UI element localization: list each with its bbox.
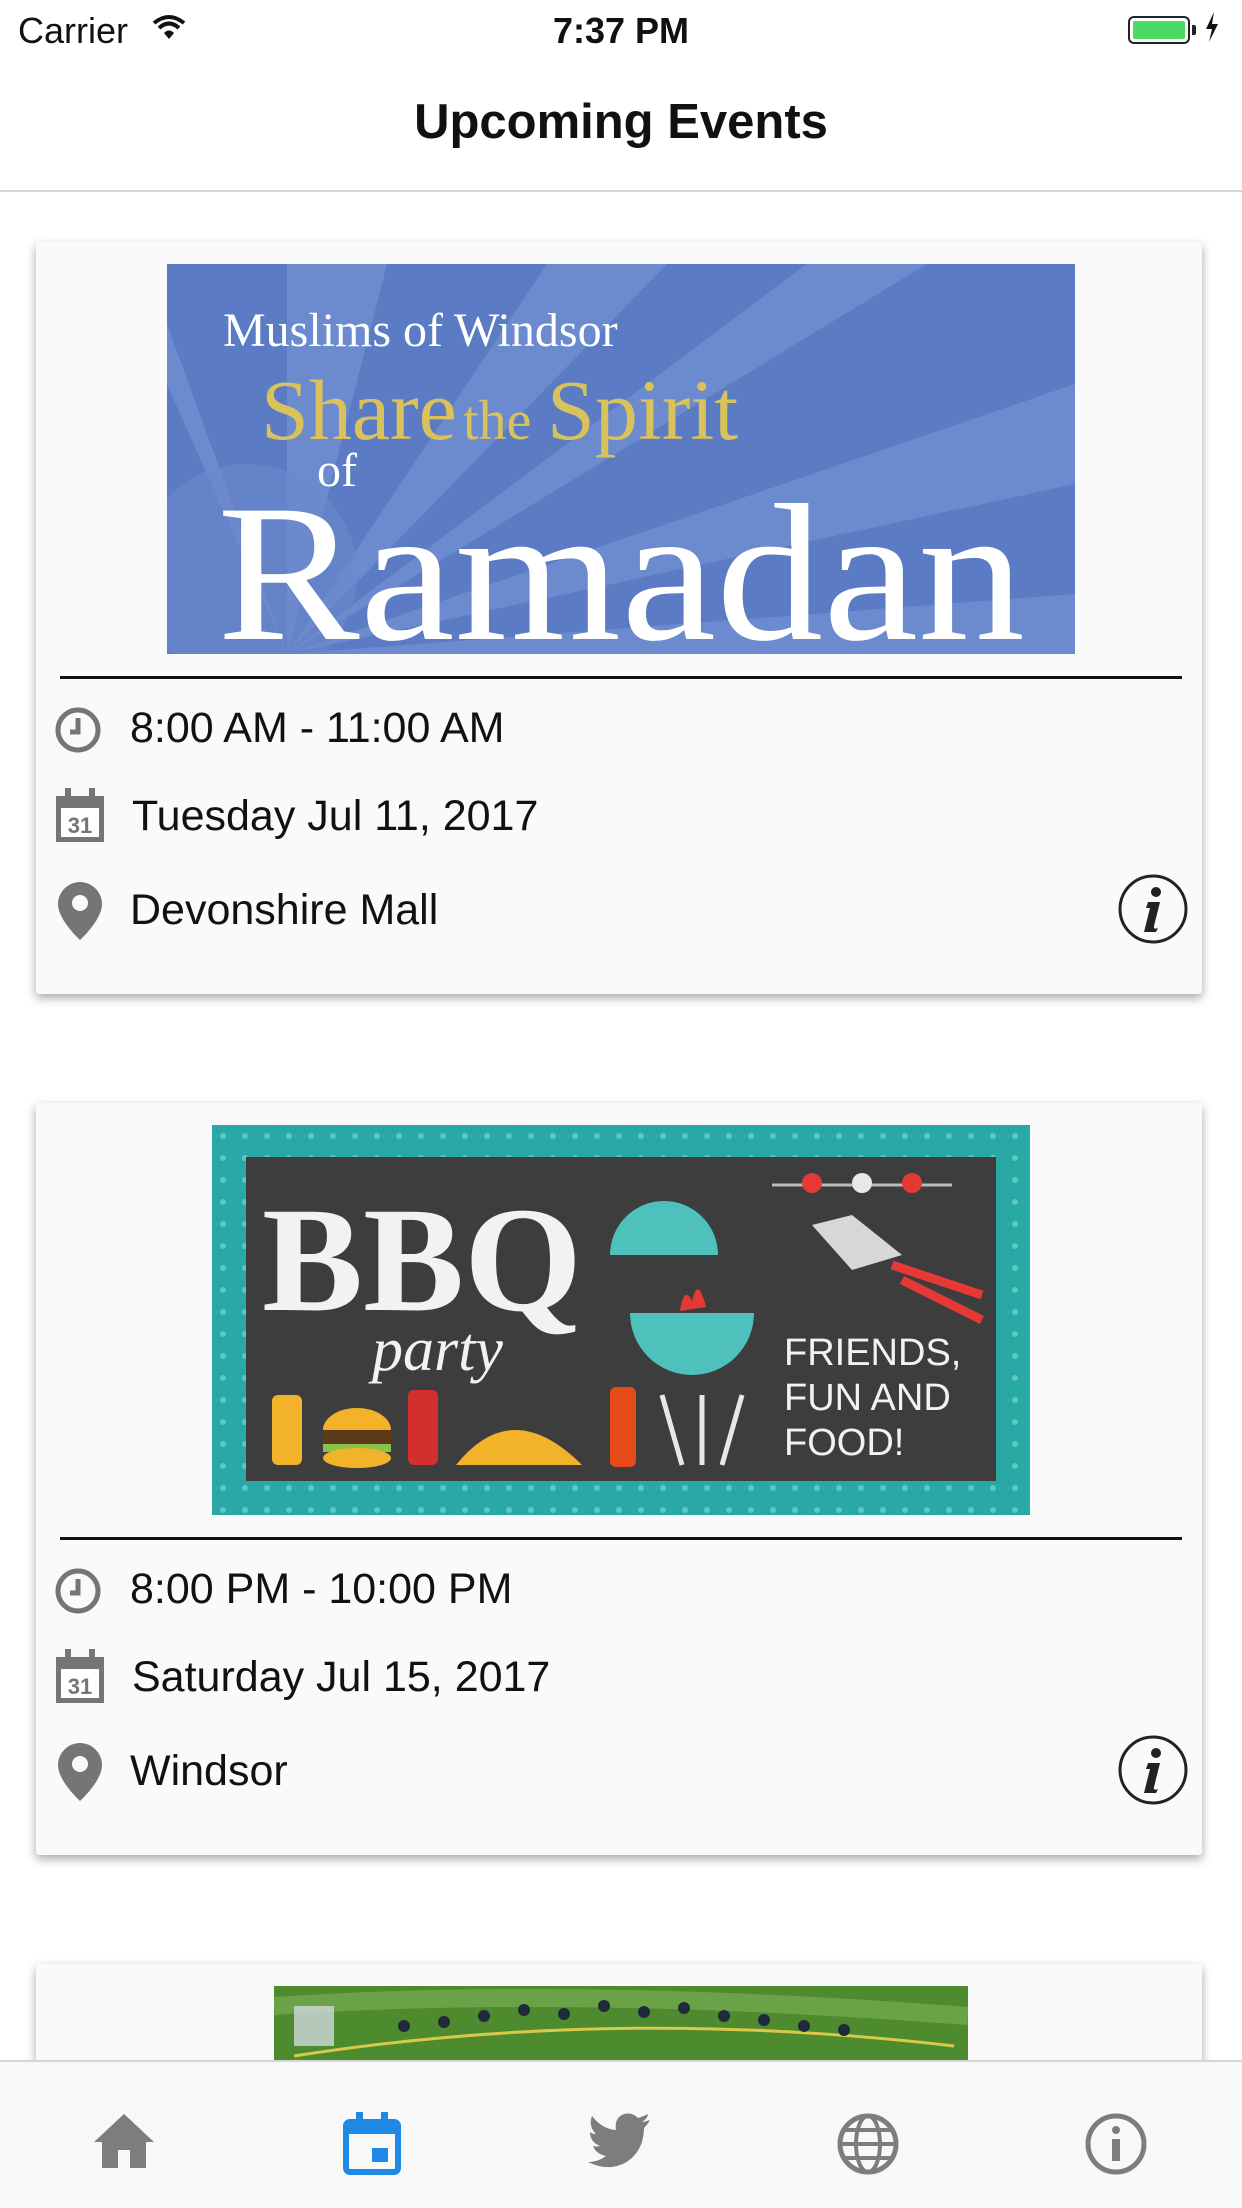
event-time: 8:00 AM - 11:00 AM: [130, 704, 505, 752]
calendar-date-day: 31: [68, 1674, 92, 1699]
event-image-bbq: BBQ party FRIENDS, FUN AND FOOD!: [212, 1125, 1030, 1515]
twitter-icon: [588, 2113, 650, 2168]
event-time: 8:00 PM - 10:00 PM: [130, 1565, 513, 1613]
event-info-button[interactable]: [1118, 874, 1188, 944]
tab-home[interactable]: [0, 2062, 248, 2208]
event-divider: [60, 1537, 1182, 1540]
event-list[interactable]: Muslims of Windsor Share the Spirit of R…: [0, 192, 1242, 2060]
status-bar: Carrier 7:37 PM: [0, 0, 1242, 62]
tab-events[interactable]: [248, 2062, 496, 2208]
bbq-tagline-3: FOOD!: [784, 1422, 904, 1464]
event-card[interactable]: Muslims of Windsor Share the Spirit of R…: [36, 242, 1202, 994]
bbq-tagline-2: FUN AND: [784, 1377, 951, 1419]
battery-icon: [1128, 16, 1190, 44]
tab-twitter[interactable]: [496, 2062, 744, 2208]
nav-header: Upcoming Events: [0, 62, 1242, 192]
ramadan-spirit: Spirit: [547, 362, 738, 458]
event-divider: [60, 676, 1182, 679]
event-info-button[interactable]: [1118, 1735, 1188, 1805]
ramadan-line1: Muslims of Windsor: [223, 304, 618, 357]
calendar-date-day: 31: [68, 813, 92, 838]
event-card[interactable]: [36, 1964, 1202, 2060]
bbq-subtitle: party: [368, 1316, 503, 1384]
event-date: Saturday Jul 15, 2017: [132, 1653, 551, 1701]
calendar-icon: [343, 2112, 401, 2175]
tab-about[interactable]: [992, 2062, 1240, 2208]
bbq-tagline-1: FRIENDS,: [784, 1332, 961, 1374]
info-icon: [1085, 2113, 1147, 2175]
event-location: Devonshire Mall: [130, 886, 439, 934]
event-date: Tuesday Jul 11, 2017: [132, 792, 539, 840]
tab-bar: [0, 2060, 1242, 2208]
event-image-ramadan: Muslims of Windsor Share the Spirit of R…: [167, 264, 1075, 654]
page-title: Upcoming Events: [414, 95, 828, 149]
battery-cap: [1192, 25, 1196, 35]
event-card[interactable]: BBQ party FRIENDS, FUN AND FOOD! 8:00 PM…: [36, 1103, 1202, 1855]
charging-icon: [1204, 12, 1220, 47]
globe-icon: [837, 2113, 899, 2175]
location-pin-icon: [58, 1743, 102, 1806]
calendar-date-icon: 31: [54, 1649, 106, 1710]
clock-icon: [54, 1567, 102, 1620]
home-icon: [94, 2114, 154, 2168]
ramadan-title: Ramadan: [217, 465, 1025, 654]
event-location: Windsor: [130, 1747, 288, 1795]
ramadan-share: Share: [261, 362, 457, 458]
location-pin-icon: [58, 882, 102, 945]
event-image-field: [274, 1986, 968, 2060]
ramadan-the: the: [463, 390, 531, 452]
clock-icon: [54, 706, 102, 759]
tab-website[interactable]: [744, 2062, 992, 2208]
calendar-date-icon: 31: [54, 788, 106, 849]
status-time: 7:37 PM: [552, 10, 690, 51]
